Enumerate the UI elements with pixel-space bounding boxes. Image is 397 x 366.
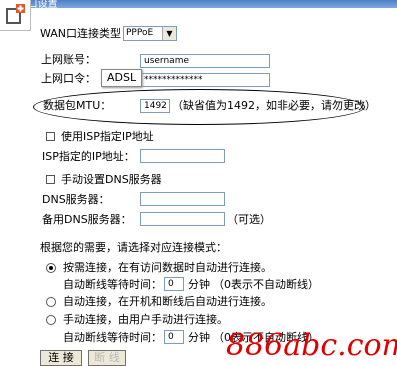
- app-corner: [0, 0, 31, 31]
- idle-time-input-1[interactable]: 0: [164, 277, 184, 291]
- window-titlebar: WAN口设置: [0, 0, 397, 8]
- idle-note-1: （0表示不自动断线）: [213, 278, 319, 291]
- mode-on-demand-label: 按需连接，在有访问数据时自动进行连接。: [63, 261, 272, 274]
- mode-auto-label: 自动连接，在开机和断线后自动进行连接。: [63, 295, 272, 308]
- disconnect-button[interactable]: 断 线: [88, 350, 126, 366]
- manual-dns-checkbox[interactable]: [46, 175, 55, 184]
- mode-manual-label: 手动连接，由用户手动进行连接。: [63, 313, 228, 326]
- wan-type-value: PPPoE: [126, 28, 154, 38]
- idle-label-2: 自动断线等待时间：: [63, 331, 162, 344]
- idle-time-input-2[interactable]: 0: [164, 330, 184, 344]
- add-window-icon: [6, 4, 25, 24]
- dns-label: DNS服务器：: [42, 193, 110, 206]
- mode-manual-radio[interactable]: [46, 315, 56, 325]
- connect-button[interactable]: 连 接: [40, 350, 82, 366]
- mtu-input[interactable]: 1492: [140, 99, 170, 113]
- mtu-hint: （缺省值为1492，如非必要，请勿更改）: [172, 99, 376, 112]
- dns-input[interactable]: [140, 192, 225, 206]
- mtu-label: 数据包MTU：: [43, 99, 112, 112]
- password-label: 上网口令：: [41, 72, 96, 85]
- password-input[interactable]: *************: [140, 73, 270, 87]
- adsl-tooltip: ADSL: [101, 69, 143, 87]
- idle-label-1: 自动断线等待时间：: [63, 278, 162, 291]
- account-label: 上网账号：: [41, 53, 96, 66]
- backup-dns-input[interactable]: [140, 212, 225, 226]
- watermark-logo: 886abc.com: [226, 328, 397, 363]
- isp-ip-label: ISP指定的IP地址：: [42, 150, 135, 163]
- wan-type-label: WAN口连接类型：: [40, 27, 133, 40]
- use-isp-ip-label: 使用ISP指定IP地址: [61, 130, 154, 143]
- chevron-down-icon[interactable]: ▼: [162, 27, 176, 40]
- isp-ip-input[interactable]: [140, 149, 225, 163]
- use-isp-ip-checkbox[interactable]: [46, 132, 55, 141]
- manual-dns-label: 手动设置DNS服务器: [61, 173, 162, 186]
- mode-on-demand-radio[interactable]: [46, 263, 56, 273]
- optional-note: （可选）: [227, 213, 271, 226]
- mode-prompt: 根据您的需要，请选择对应连接模式：: [40, 241, 227, 254]
- minutes-label-2: 分钟: [188, 331, 210, 344]
- account-input[interactable]: username: [140, 54, 270, 68]
- backup-dns-label: 备用DNS服务器：: [42, 213, 132, 226]
- mode-auto-radio[interactable]: [46, 297, 56, 307]
- wan-type-select[interactable]: PPPoE ▼: [123, 26, 177, 41]
- minutes-label-1: 分钟: [188, 278, 210, 291]
